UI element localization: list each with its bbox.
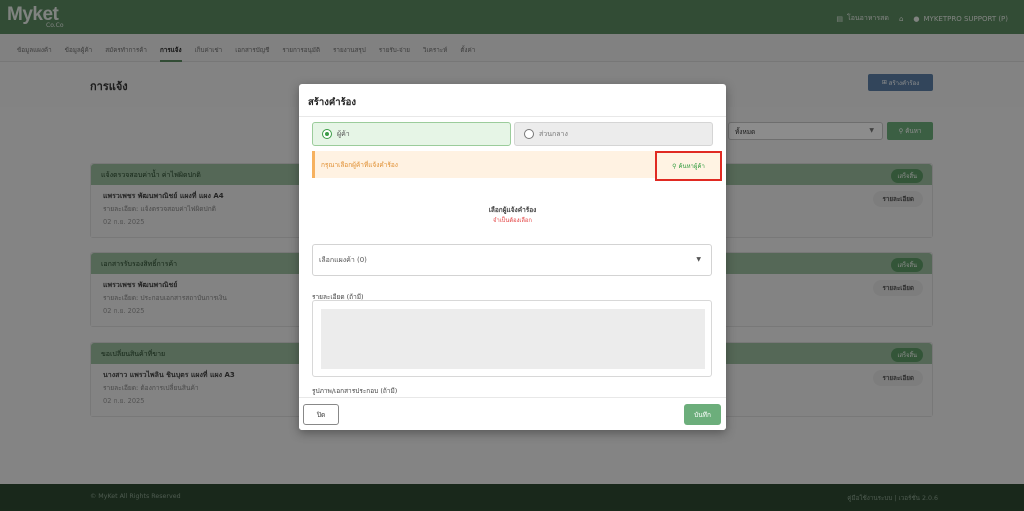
- radio-central[interactable]: ส่วนกลาง: [514, 122, 713, 146]
- detail-field-wrapper: [312, 300, 712, 377]
- radio-label: ผู้ค้า: [337, 129, 350, 138]
- warning-text: กรุณาเลือกผู้ค้าที่แจ้งคำร้อง: [321, 161, 398, 169]
- save-button[interactable]: บันทึก: [684, 404, 721, 425]
- warning-alert: กรุณาเลือกผู้ค้าที่แจ้งคำร้อง: [312, 151, 713, 178]
- divider: [299, 116, 726, 117]
- radio-unchecked-icon: [524, 129, 534, 139]
- find-merchant-button[interactable]: ⚲ ค้นหาผู้ค้า: [655, 151, 722, 181]
- stall-select[interactable]: เลือกแผงค้า (0) ▼: [312, 244, 712, 276]
- attachment-label: รูปภาพ/เอกสารประกอบ (ถ้ามี): [312, 387, 398, 395]
- modal-footer: ปิด บันทึก: [299, 397, 726, 430]
- modal-title: สร้างคำร้อง: [308, 97, 357, 108]
- find-label: ค้นหาผู้ค้า: [678, 163, 705, 170]
- choose-requester-label: เลือกผู้แจ้งคำร้อง: [488, 206, 537, 214]
- radio-checked-icon: [322, 129, 332, 139]
- radio-merchant[interactable]: ผู้ค้า: [312, 122, 511, 146]
- radio-label: ส่วนกลาง: [539, 129, 568, 138]
- detail-textarea[interactable]: [321, 309, 705, 369]
- required-hint: จำเป็นต้องเลือก: [493, 218, 532, 224]
- create-request-modal: สร้างคำร้อง ผู้ค้า ส่วนกลาง กรุณาเลือกผู…: [299, 84, 726, 430]
- close-button[interactable]: ปิด: [303, 404, 339, 425]
- chevron-down-icon: ▼: [696, 256, 701, 263]
- stall-select-value: เลือกแผงค้า (0): [319, 256, 367, 264]
